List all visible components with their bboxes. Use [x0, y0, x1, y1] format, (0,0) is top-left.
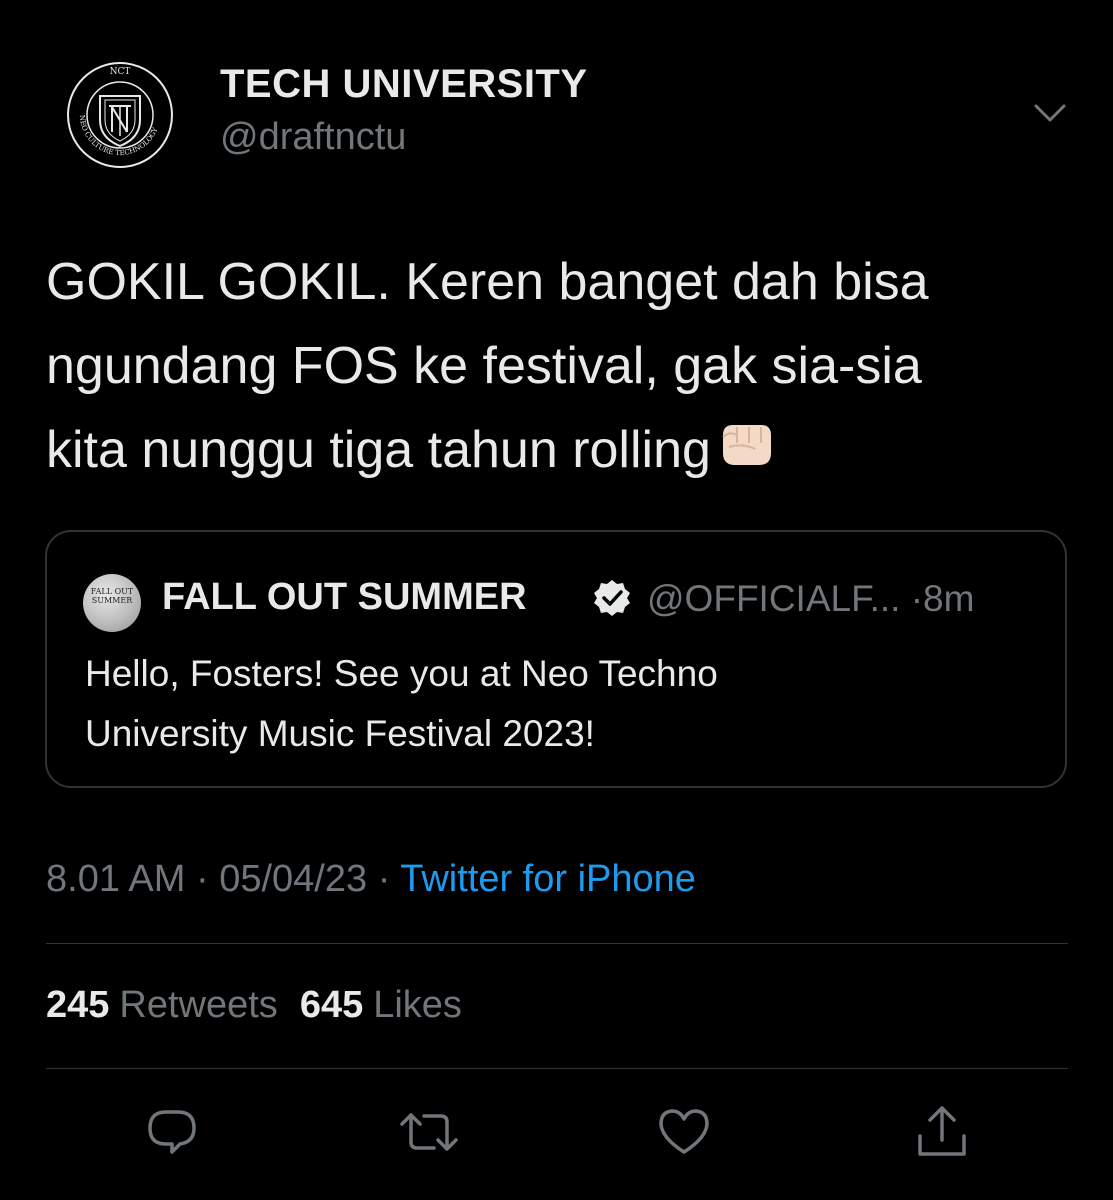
retweets-label[interactable]: Retweets — [119, 984, 277, 1026]
likes-label[interactable]: Likes — [373, 984, 462, 1026]
separator: · — [377, 858, 391, 900]
tweet-text-line-content: kita nunggu tiga tahun rolling — [46, 421, 711, 479]
quoted-text-line: University Music Festival 2023! — [85, 713, 595, 754]
tweet-stats: 245 Retweets 645 Likes — [46, 984, 484, 1027]
verified-badge-icon — [592, 578, 632, 618]
more-options-button[interactable] — [1030, 96, 1070, 130]
quoted-meta: @OFFICIALF... ·8m — [647, 578, 974, 620]
separator: · — [195, 858, 209, 900]
tweet-source-link[interactable]: Twitter for iPhone — [400, 858, 696, 900]
emblem-ring-text: NEO CULTURE TECHNOLOGY — [78, 115, 160, 158]
share-button[interactable] — [914, 1104, 970, 1160]
tweet-text-line: GOKIL GOKIL. Keren banget dah bisa — [46, 253, 929, 311]
retweet-button[interactable] — [398, 1104, 458, 1160]
tweet-date: 05/04/23 — [219, 858, 368, 900]
tweet-detail: NCT NEO CULTURE TECHNOLOGY TECH UNIVERSI… — [0, 0, 1113, 1200]
quoted-time: 8m — [923, 578, 975, 619]
author-handle[interactable]: @draftnctu — [220, 116, 406, 159]
reply-button[interactable] — [144, 1104, 200, 1160]
divider — [46, 943, 1068, 944]
quoted-avatar-text: SUMMER — [91, 596, 133, 605]
quoted-tweet-text: Hello, Fosters! See you at Neo Techno Un… — [85, 644, 1025, 764]
like-button[interactable] — [656, 1104, 712, 1160]
separator: · — [910, 578, 924, 619]
emblem-top-text: NCT — [110, 67, 131, 77]
tweet-text-line: kita nunggu tiga tahun rolling — [46, 408, 1076, 496]
nct-emblem-icon: NCT NEO CULTURE TECHNOLOGY — [67, 62, 173, 168]
quoted-author-avatar[interactable]: FALL OUT SUMMER — [83, 574, 141, 632]
chevron-down-icon — [1034, 104, 1066, 122]
like-icon — [659, 1109, 709, 1154]
likes-count[interactable]: 645 — [300, 984, 363, 1026]
tweet-time: 8.01 AM — [46, 858, 186, 900]
reply-icon — [148, 1110, 196, 1154]
fist-emoji-icon — [715, 412, 777, 496]
tweet-meta: 8.01 AM · 05/04/23 · Twitter for iPhone — [46, 858, 696, 901]
quoted-tweet-card[interactable]: FALL OUT SUMMER FALL OUT SUMMER @OFFICIA… — [45, 530, 1067, 788]
tweet-text: GOKIL GOKIL. Keren banget dah bisa ngund… — [46, 240, 1076, 496]
share-icon — [918, 1106, 966, 1156]
quoted-text-line: Hello, Fosters! See you at Neo Techno — [85, 653, 718, 694]
quoted-avatar-text: FALL OUT — [90, 587, 134, 596]
author-display-name[interactable]: TECH UNIVERSITY — [220, 62, 588, 107]
retweet-icon — [400, 1113, 458, 1151]
retweets-count[interactable]: 245 — [46, 984, 109, 1026]
quoted-author-name[interactable]: FALL OUT SUMMER — [162, 576, 527, 619]
divider — [46, 1068, 1068, 1069]
author-avatar[interactable]: NCT NEO CULTURE TECHNOLOGY — [65, 60, 175, 170]
tweet-text-line: ngundang FOS ke festival, gak sia-sia — [46, 337, 922, 395]
quoted-author-handle: @OFFICIALF... — [647, 578, 901, 619]
svg-text:NEO CULTURE TECHNOLOGY: NEO CULTURE TECHNOLOGY — [78, 115, 160, 158]
